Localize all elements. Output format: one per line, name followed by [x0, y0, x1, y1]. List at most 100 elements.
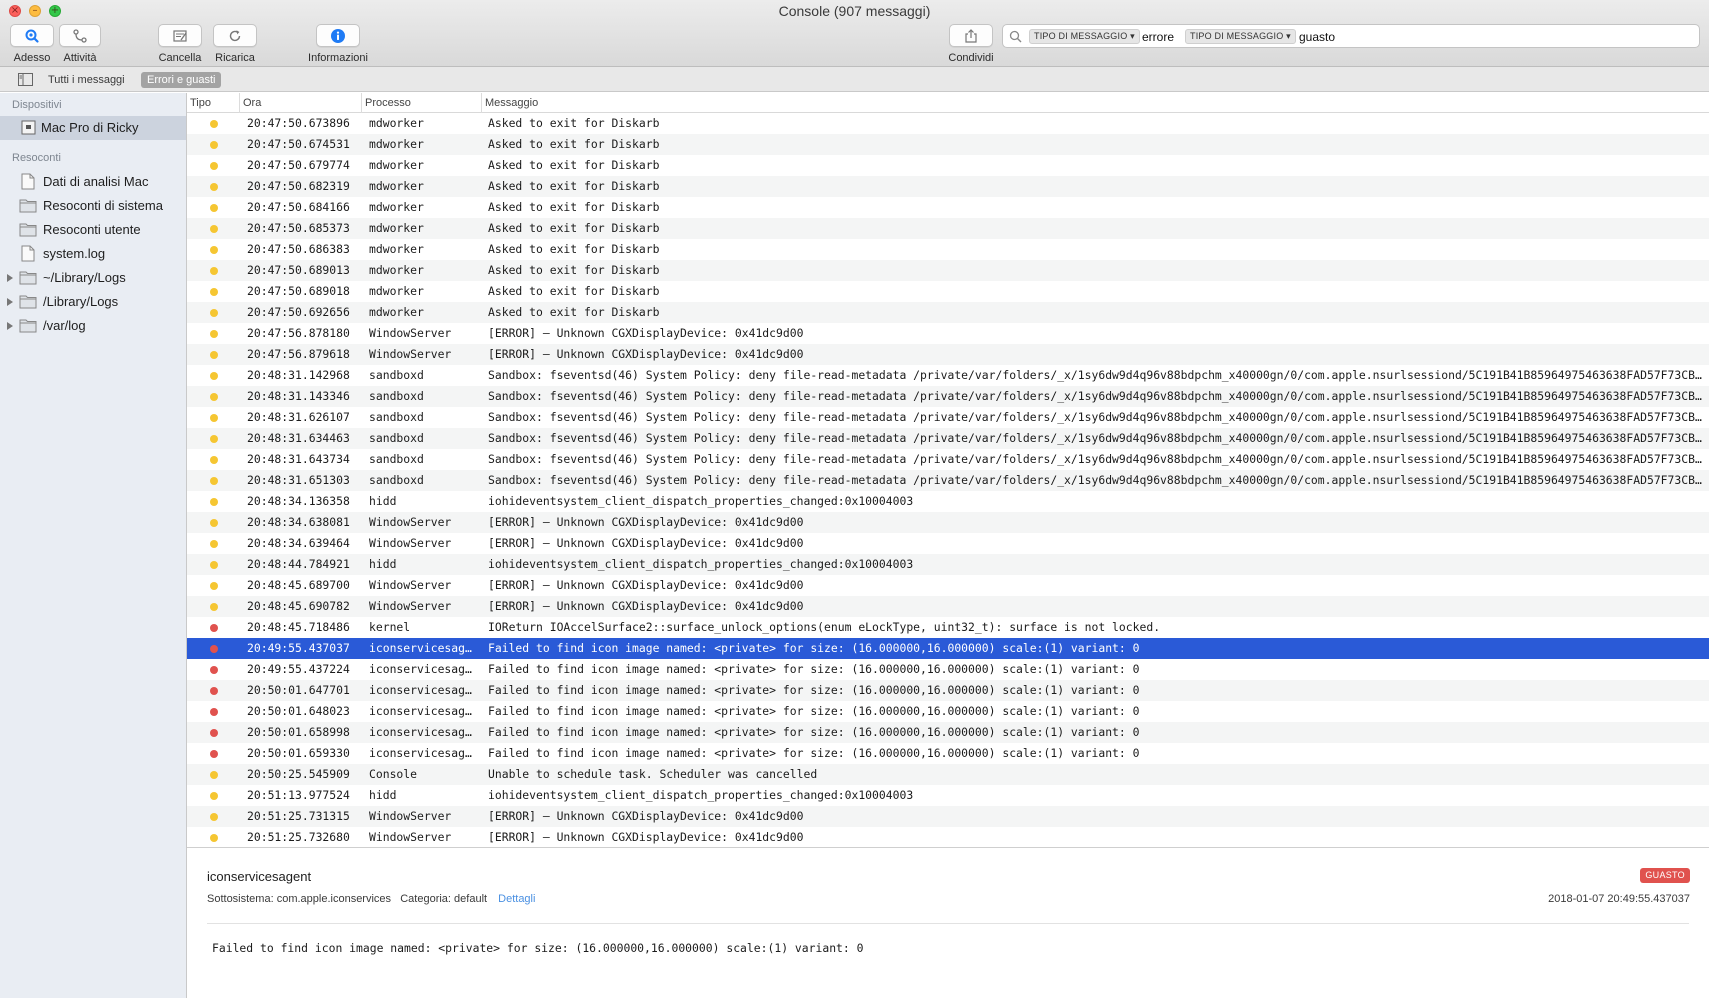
table-row[interactable]: 20:47:50.689018 mdworker Asked to exit for… [187, 281, 1709, 302]
error-dot-icon [210, 141, 218, 149]
table-row[interactable]: 20:48:34.136358 hidd iohideventsystem_clie… [187, 491, 1709, 512]
row-message: [ERROR] – Unknown CGXDisplayDevice: 0x41… [488, 809, 804, 823]
sidebar-item-user-library-logs[interactable]: ~/Library/Logs [0, 266, 186, 290]
table-row[interactable]: 20:50:01.647701 iconservicesag… Failed to … [187, 680, 1709, 701]
table-row[interactable]: 20:48:34.638081 WindowServer [ERROR] – Unk… [187, 512, 1709, 533]
sidebar-item-mac-analytics[interactable]: Dati di analisi Mac [0, 170, 186, 194]
search-field[interactable]: TIPO DI MESSAGGIO ▾ errore TIPO DI MESSA… [1002, 24, 1700, 48]
row-time: 20:48:31.651303 [247, 473, 350, 487]
table-row[interactable]: 20:48:31.142968 sandboxd Sandbox: fsevents… [187, 365, 1709, 386]
column-header-message[interactable]: Messaggio [481, 93, 1709, 113]
table-row[interactable]: 20:48:45.718486 kernel IOReturn IOAccelSur… [187, 617, 1709, 638]
disclosure-triangle-icon[interactable] [7, 298, 13, 306]
row-process: iconservicesag… [369, 746, 472, 760]
table-row[interactable]: 20:51:25.731315 WindowServer [ERROR] – Unk… [187, 806, 1709, 827]
share-button[interactable] [949, 24, 993, 47]
table-row[interactable]: 20:47:56.878180 WindowServer [ERROR] – Unk… [187, 323, 1709, 344]
table-row[interactable]: 20:47:50.692656 mdworker Asked to exit for… [187, 302, 1709, 323]
details-link[interactable]: Dettagli [498, 893, 535, 905]
sidebar-item-system-reports[interactable]: Resoconti di sistema [0, 194, 186, 218]
info-button[interactable] [316, 24, 360, 47]
filter-errors-and-faults[interactable]: Errori e guasti [141, 72, 222, 88]
table-row[interactable]: 20:47:50.674531 mdworker Asked to exit for… [187, 134, 1709, 155]
table-row[interactable]: 20:47:50.682319 mdworker Asked to exit for… [187, 176, 1709, 197]
clear-tool[interactable]: Cancella [157, 24, 203, 64]
error-dot-icon [210, 519, 218, 527]
info-tool[interactable]: Informazioni [305, 24, 371, 64]
row-time: 20:47:50.692656 [247, 305, 350, 319]
table-row[interactable]: 20:50:25.545909 Console Unable to schedule… [187, 764, 1709, 785]
clear-label: Cancella [158, 52, 202, 64]
column-header-time[interactable]: Ora [239, 93, 361, 113]
table-row[interactable]: 20:48:31.634463 sandboxd Sandbox: fsevents… [187, 428, 1709, 449]
reload-button[interactable] [213, 24, 257, 47]
detail-timestamp: 2018-01-07 20:49:55.437037 [1548, 893, 1690, 905]
search-token-type-1-label: TIPO DI MESSAGGIO [1034, 31, 1128, 41]
now-button[interactable] [10, 24, 54, 47]
table-row[interactable]: 20:48:44.784921 hidd iohideventsystem_clie… [187, 554, 1709, 575]
row-message: Asked to exit for Diskarb [488, 179, 660, 193]
row-process: WindowServer [369, 599, 452, 613]
table-row[interactable]: 20:48:34.639464 WindowServer [ERROR] – Unk… [187, 533, 1709, 554]
table-row[interactable]: 20:50:01.648023 iconservicesag… Failed to … [187, 701, 1709, 722]
row-process: Console [369, 767, 418, 781]
search-token-value-2[interactable]: guasto [1299, 29, 1335, 45]
table-row[interactable]: 20:47:50.689013 mdworker Asked to exit for… [187, 260, 1709, 281]
table-row[interactable]: 20:47:50.686383 mdworker Asked to exit for… [187, 239, 1709, 260]
table-row[interactable]: 20:47:56.879618 WindowServer [ERROR] – Unk… [187, 344, 1709, 365]
error-dot-icon [210, 225, 218, 233]
sidebar-item-system-log[interactable]: system.log [0, 242, 186, 266]
sidebar-item-user-reports[interactable]: Resoconti utente [0, 218, 186, 242]
messages-table: Tipo Ora Processo Messaggio 20:47:50.673… [187, 93, 1709, 847]
row-time: 20:48:45.689700 [247, 578, 350, 592]
row-time: 20:47:56.878180 [247, 326, 350, 340]
sidebar-item-device[interactable]: Mac Pro di Ricky [0, 116, 186, 140]
clear-icon [173, 29, 187, 42]
table-row[interactable]: 20:47:50.684166 mdworker Asked to exit for… [187, 197, 1709, 218]
detail-meta: Sottosistema: com.apple.iconservices Cat… [207, 893, 535, 905]
share-tool[interactable]: Condividi [946, 24, 996, 64]
reload-tool[interactable]: Ricarica [212, 24, 258, 64]
row-process: iconservicesag… [369, 683, 472, 697]
table-row[interactable]: 20:50:01.658998 iconservicesag… Failed to … [187, 722, 1709, 743]
table-row[interactable]: 20:48:45.690782 WindowServer [ERROR] – Unk… [187, 596, 1709, 617]
search-token-value-1[interactable]: errore [1142, 29, 1174, 45]
activity-tool[interactable]: Attività [58, 24, 102, 64]
activity-button[interactable] [59, 24, 101, 47]
column-header-process[interactable]: Processo [361, 93, 481, 113]
disclosure-triangle-icon[interactable] [7, 274, 13, 282]
table-row[interactable]: 20:48:31.651303 sandboxd Sandbox: fsevents… [187, 470, 1709, 491]
row-message: Asked to exit for Diskarb [488, 263, 660, 277]
table-row[interactable]: 20:48:45.689700 WindowServer [ERROR] – Unk… [187, 575, 1709, 596]
table-row[interactable]: 20:51:25.732680 WindowServer [ERROR] – Unk… [187, 827, 1709, 847]
disclosure-triangle-icon[interactable] [7, 322, 13, 330]
search-token-type-1[interactable]: TIPO DI MESSAGGIO ▾ [1029, 29, 1140, 44]
table-row[interactable]: 20:48:31.626107 sandboxd Sandbox: fsevents… [187, 407, 1709, 428]
now-tool[interactable]: Adesso [9, 24, 55, 64]
table-row[interactable]: 20:47:50.679774 mdworker Asked to exit for… [187, 155, 1709, 176]
sidebar-item-library-logs[interactable]: /Library/Logs [0, 290, 186, 314]
sidebar-toggle-icon[interactable] [18, 73, 33, 86]
column-header-type[interactable]: Tipo [187, 93, 239, 113]
clear-button[interactable] [158, 24, 202, 47]
error-dot-icon [210, 204, 218, 212]
row-process: mdworker [369, 200, 424, 214]
table-row[interactable]: 20:51:13.977524 hidd iohideventsystem_clie… [187, 785, 1709, 806]
search-token-type-2[interactable]: TIPO DI MESSAGGIO ▾ [1185, 29, 1296, 44]
row-process: sandboxd [369, 389, 424, 403]
row-time: 20:47:50.673896 [247, 116, 350, 130]
error-dot-icon [210, 561, 218, 569]
table-row[interactable]: 20:48:31.143346 sandboxd Sandbox: fsevents… [187, 386, 1709, 407]
row-time: 20:48:31.634463 [247, 431, 350, 445]
error-dot-icon [210, 435, 218, 443]
filter-all-messages[interactable]: Tutti i messaggi [42, 72, 131, 88]
table-row[interactable]: 20:49:55.437224 iconservicesag… Failed to … [187, 659, 1709, 680]
sidebar-item-var-log[interactable]: /var/log [0, 314, 186, 338]
subsystem-value: com.apple.iconservices [276, 893, 392, 905]
table-row[interactable]: 20:48:31.643734 sandboxd Sandbox: fsevents… [187, 449, 1709, 470]
row-message: [ERROR] – Unknown CGXDisplayDevice: 0x41… [488, 599, 804, 613]
table-row[interactable]: 20:50:01.659330 iconservicesag… Failed to … [187, 743, 1709, 764]
table-row[interactable]: 20:47:50.673896 mdworker Asked to exit for… [187, 113, 1709, 134]
table-row[interactable]: 20:49:55.437037 iconservicesag… Failed to … [187, 638, 1709, 659]
table-row[interactable]: 20:47:50.685373 mdworker Asked to exit for… [187, 218, 1709, 239]
